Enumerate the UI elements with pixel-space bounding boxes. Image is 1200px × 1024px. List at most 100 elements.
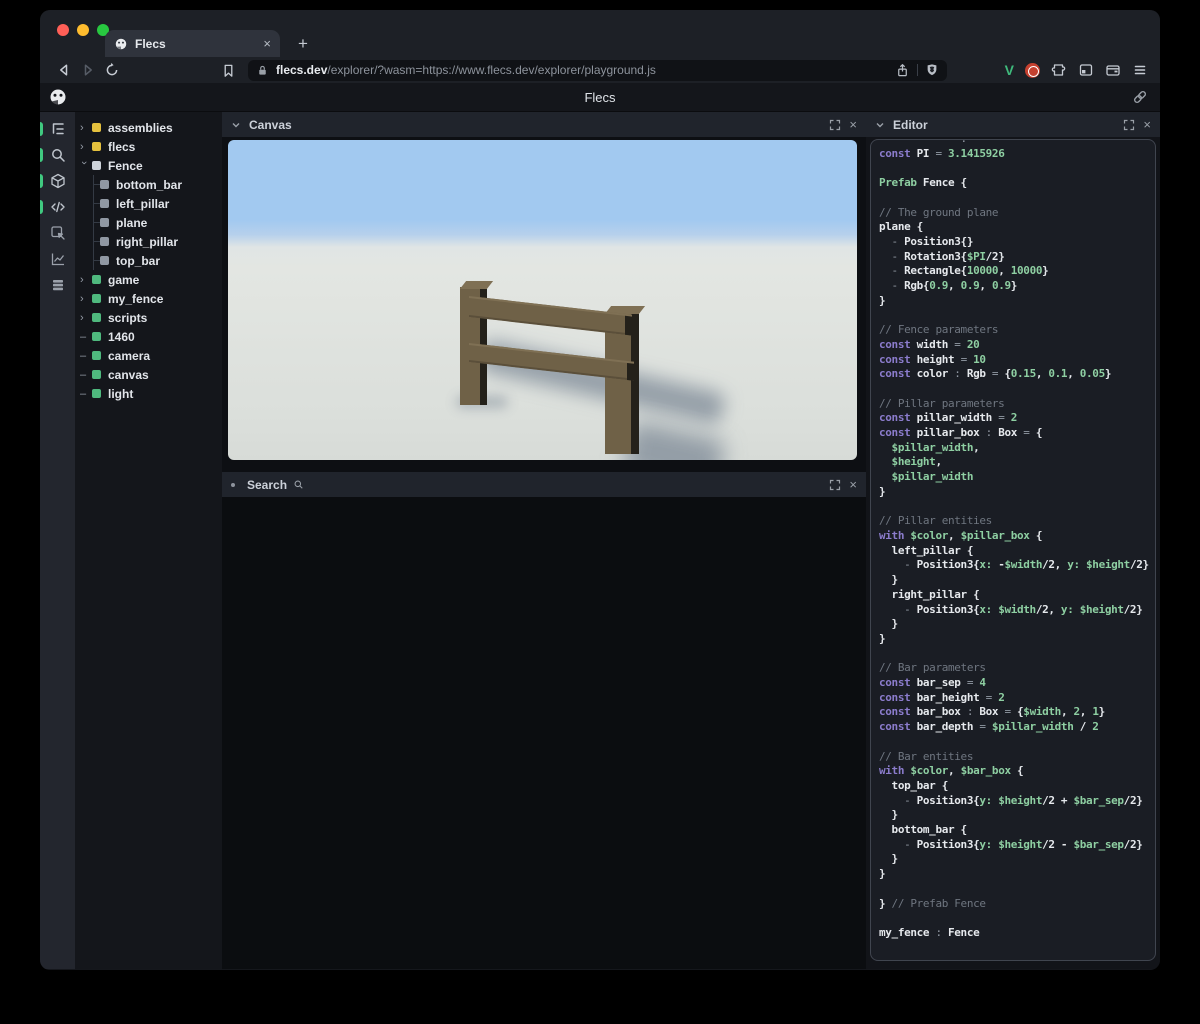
entity-tree-icon <box>50 121 66 137</box>
tree-item-flecs[interactable]: › flecs <box>75 137 222 156</box>
tree-item-game[interactable]: ›game <box>75 270 222 289</box>
tree-item-camera[interactable]: –camera <box>75 346 222 365</box>
extension-icons: V <box>1005 62 1148 78</box>
forward-button[interactable] <box>76 62 100 78</box>
browser-window: Flecs × + <box>40 10 1160 970</box>
3d-viewport[interactable] <box>228 140 857 460</box>
tree-item-Fence[interactable]: ›Fence <box>75 156 222 175</box>
search-icon <box>293 479 304 490</box>
url-text: flecs.dev/explorer/?wasm=https://www.fle… <box>276 63 895 77</box>
chevron-right-icon[interactable]: › <box>80 312 92 324</box>
code-editor[interactable]: - .const PI = 3.1415926 Prefab Fence { /… <box>870 139 1156 961</box>
code-line: const height = 10 <box>879 353 1149 368</box>
active-panel-indicator <box>40 174 43 188</box>
code-line <box>879 735 1149 750</box>
rail-button-search[interactable] <box>40 142 75 168</box>
code-line: const bar_height = 2 <box>879 691 1149 706</box>
tree-item-label: bottom_bar <box>116 178 182 192</box>
tree-item-1460[interactable]: –1460 <box>75 327 222 346</box>
chevron-right-icon[interactable]: › <box>80 293 92 305</box>
vue-devtools-icon[interactable]: V <box>1005 62 1014 78</box>
bookmark-icon[interactable] <box>216 63 240 78</box>
share-icon[interactable] <box>895 63 910 78</box>
chevron-right-icon[interactable]: › <box>80 274 92 286</box>
chevron-right-icon[interactable]: › <box>80 141 92 153</box>
extensions-puzzle-icon[interactable] <box>1051 62 1067 78</box>
leaf-dash-icon: – <box>80 331 92 343</box>
tree-item-label: my_fence <box>108 292 163 306</box>
chevron-down-icon[interactable]: › <box>78 161 90 173</box>
back-button[interactable] <box>52 62 76 78</box>
tree-item-assemblies[interactable]: ›assemblies <box>75 118 222 137</box>
window-controls <box>57 24 109 36</box>
rail-button-tables[interactable] <box>40 272 75 298</box>
editor-panel-header: Editor × <box>866 112 1160 137</box>
leaf-dash-icon: – <box>80 350 92 362</box>
search-panel-content[interactable] <box>222 497 866 969</box>
chevron-right-icon[interactable]: › <box>80 122 92 134</box>
fullscreen-icon[interactable] <box>1123 119 1135 131</box>
tree-item-label: flecs <box>108 140 135 154</box>
code-line: - Position3{y: $height/2 + $bar_sep/2} <box>879 794 1149 809</box>
tree-item-label: left_pillar <box>116 197 169 211</box>
tables-icon <box>50 277 66 293</box>
wallet-icon[interactable] <box>1105 62 1121 78</box>
menu-icon[interactable] <box>1132 62 1148 78</box>
sidebar-toggle-icon[interactable] <box>1078 62 1094 78</box>
close-panel-icon[interactable]: × <box>849 118 857 131</box>
brave-shield-icon[interactable] <box>925 63 939 77</box>
address-bar[interactable]: flecs.dev/explorer/?wasm=https://www.fle… <box>248 60 947 81</box>
tree-item-canvas[interactable]: –canvas <box>75 365 222 384</box>
code-line: const pillar_width = 2 <box>879 411 1149 426</box>
browser-tab[interactable]: Flecs × <box>105 30 280 57</box>
minimize-window-button[interactable] <box>77 24 89 36</box>
code-line <box>879 500 1149 515</box>
fullscreen-icon[interactable] <box>829 119 841 131</box>
fullscreen-icon[interactable] <box>829 479 841 491</box>
tree-item-bottom_bar[interactable]: bottom_bar <box>75 175 222 194</box>
code-line: const bar_depth = $pillar_width / 2 <box>879 720 1149 735</box>
reload-button[interactable] <box>100 62 124 78</box>
tree-item-light[interactable]: –light <box>75 384 222 403</box>
tree-item-top_bar[interactable]: top_bar <box>75 251 222 270</box>
tree-item-scripts[interactable]: › scripts <box>75 308 222 327</box>
chevron-down-icon[interactable] <box>875 120 885 130</box>
tree-item-right_pillar[interactable]: right_pillar <box>75 232 222 251</box>
tree-item-left_pillar[interactable]: left_pillar <box>75 194 222 213</box>
code-line: const PI = 3.1415926 <box>879 147 1149 162</box>
close-panel-icon[interactable]: × <box>1143 118 1151 131</box>
close-panel-icon[interactable]: × <box>849 478 857 491</box>
code-line: right_pillar { <box>879 588 1149 603</box>
new-tab-button[interactable]: + <box>292 34 314 54</box>
inspector-icon <box>50 225 66 241</box>
code-line: plane { <box>879 220 1149 235</box>
chevron-down-icon[interactable] <box>231 120 241 130</box>
extension-red-icon[interactable] <box>1025 63 1040 78</box>
code-line: } <box>879 852 1149 867</box>
code-line: with $color, $pillar_box { <box>879 529 1149 544</box>
tab-close-icon[interactable]: × <box>263 37 271 50</box>
permalink-icon[interactable] <box>1132 89 1148 105</box>
rail-button-code[interactable] <box>40 194 75 220</box>
code-line: left_pillar { <box>879 544 1149 559</box>
editor-panel: Editor × - .const PI = 3.1415926 Prefab … <box>866 112 1160 969</box>
rail-button-scene[interactable] <box>40 168 75 194</box>
search-icon <box>50 147 66 163</box>
close-window-button[interactable] <box>57 24 69 36</box>
tree-item-label: canvas <box>108 368 149 382</box>
code-line: - Position3{y: $height/2 - $bar_sep/2} <box>879 838 1149 853</box>
code-line: // Pillar parameters <box>879 397 1149 412</box>
rail-button-entity-tree[interactable] <box>40 116 75 142</box>
tab-favicon-flecs-icon <box>114 37 128 51</box>
tree-item-label: plane <box>116 216 147 230</box>
icon-rail <box>40 112 75 969</box>
tree-item-plane[interactable]: plane <box>75 213 222 232</box>
entity-square-icon <box>92 275 101 284</box>
code-line: const bar_box : Box = {$width, 2, 1} <box>879 705 1149 720</box>
rail-button-inspector[interactable] <box>40 220 75 246</box>
tree-item-label: scripts <box>108 311 147 325</box>
rail-button-stats[interactable] <box>40 246 75 272</box>
code-line: } <box>879 867 1149 882</box>
entity-square-icon <box>92 389 101 398</box>
tree-item-my_fence[interactable]: › my_fence <box>75 289 222 308</box>
